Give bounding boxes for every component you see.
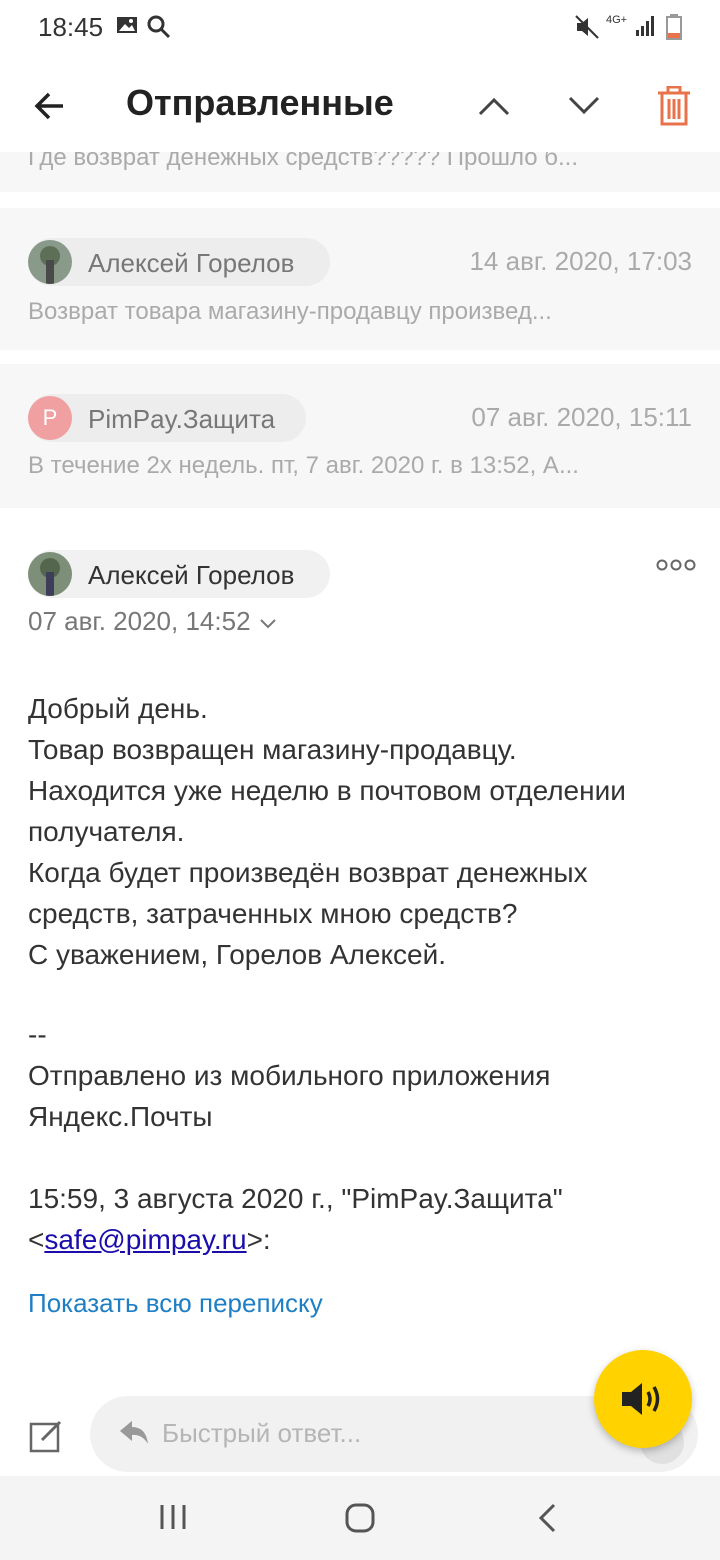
avatar-photo xyxy=(28,552,72,596)
chevron-down-icon xyxy=(260,619,276,629)
mute-icon xyxy=(575,15,599,39)
recent-apps-icon[interactable] xyxy=(158,1502,188,1532)
message-snippet: Где возврат денежных средств????? Прошло… xyxy=(28,152,579,171)
message-card[interactable]: Где возврат денежных средств????? Прошло… xyxy=(0,152,720,192)
quick-reply-placeholder: Быстрый ответ... xyxy=(162,1418,362,1448)
avatar-letter: P xyxy=(42,405,58,430)
signal-icon xyxy=(636,16,654,36)
quote-email-line: <safe@pimpay.ru>: xyxy=(28,1219,271,1260)
status-bar: 18:45 4G+ xyxy=(0,0,720,56)
next-message-button[interactable] xyxy=(560,82,608,130)
quote-lt: < xyxy=(28,1224,45,1255)
network-label: 4G+ xyxy=(606,14,628,26)
speaker-icon xyxy=(622,1383,660,1415)
sender-name: Алексей Горелов xyxy=(88,560,295,590)
status-time: 18:45 xyxy=(38,12,104,42)
details-toggle[interactable]: 07 авг. 2020, 14:52 xyxy=(28,606,277,637)
message-card[interactable]: P PimPay.Защита 07 авг. 2020, 15:11 В те… xyxy=(0,364,720,508)
read-aloud-button[interactable] xyxy=(594,1350,692,1448)
message-date: 07 авг. 2020, 14:52 xyxy=(28,606,251,636)
quote-gt: >: xyxy=(246,1224,271,1255)
app-bar: Отправленные xyxy=(0,56,720,152)
message-card[interactable]: Алексей Горелов 14 авг. 2020, 17:03 Возв… xyxy=(0,208,720,350)
avatar-photo xyxy=(28,240,72,284)
message-snippet: В течение 2х недель. пт, 7 авг. 2020 г. … xyxy=(28,452,579,479)
email-link[interactable]: safe@pimpay.ru xyxy=(44,1224,246,1255)
chevron-down-icon xyxy=(568,96,600,115)
back-button[interactable] xyxy=(26,82,74,130)
avatar xyxy=(28,240,72,284)
sender-name: PimPay.Защита xyxy=(88,404,276,434)
sender-name: Алексей Горелов xyxy=(88,248,295,278)
quote-header: 15:59, 3 августа 2020 г., "PimPay.Защита… xyxy=(28,1183,563,1214)
chevron-up-icon xyxy=(478,97,510,116)
gallery-icon xyxy=(117,17,137,33)
avatar xyxy=(28,552,72,596)
back-arrow-icon xyxy=(34,92,63,120)
system-nav-bar xyxy=(0,1476,720,1560)
message-snippet: Возврат товара магазину-продавцу произве… xyxy=(28,298,552,325)
more-icon[interactable] xyxy=(656,558,696,572)
signature-text: Отправлено из мобильного приложения Янде… xyxy=(28,1060,551,1132)
nav-back-icon[interactable] xyxy=(536,1502,560,1534)
home-icon[interactable] xyxy=(344,1502,376,1534)
reply-icon xyxy=(120,1421,148,1444)
previous-message-button[interactable] xyxy=(470,82,518,130)
show-all-thread-link[interactable]: Показать всю переписку xyxy=(28,1288,323,1319)
message-date: 07 авг. 2020, 15:11 xyxy=(471,402,692,432)
signature-separator: -- xyxy=(28,1019,47,1050)
page-title: Отправленные xyxy=(126,82,394,123)
compose-icon[interactable] xyxy=(28,1418,64,1454)
avatar: P xyxy=(28,396,72,440)
battery-icon xyxy=(666,14,682,40)
message-date: 14 авг. 2020, 17:03 xyxy=(469,246,692,276)
trash-icon xyxy=(658,86,690,126)
search-icon xyxy=(147,15,171,39)
message-body: Добрый день. Товар возвращен магазину-пр… xyxy=(28,693,626,970)
delete-button[interactable] xyxy=(650,82,698,130)
